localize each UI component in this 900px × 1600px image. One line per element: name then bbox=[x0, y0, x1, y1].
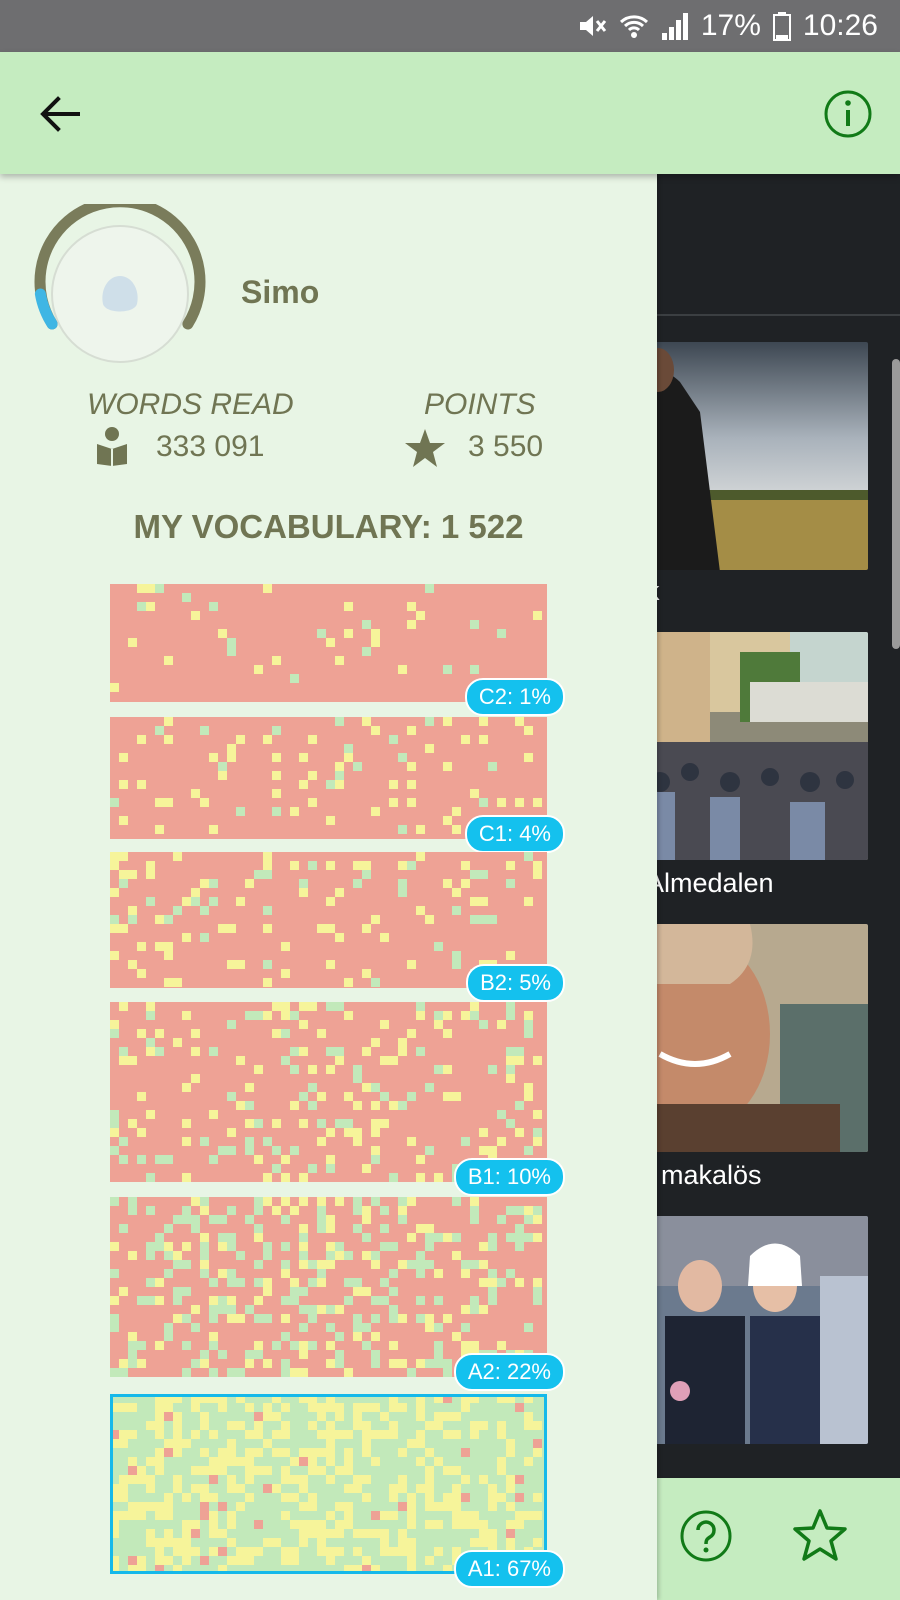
wifi-icon bbox=[619, 15, 648, 38]
article-caption[interactable]: , makalös bbox=[646, 1160, 762, 1191]
clock: 10:26 bbox=[802, 9, 878, 42]
back-button[interactable] bbox=[34, 88, 86, 140]
level-badge-b1: B1: 10% bbox=[453, 1158, 565, 1196]
feed-scrollbar[interactable] bbox=[892, 359, 900, 649]
words-read-label: WORDS READ bbox=[87, 388, 294, 421]
mute-icon bbox=[579, 16, 607, 36]
book-reader-icon bbox=[97, 427, 127, 466]
article-image-crowd[interactable] bbox=[640, 632, 868, 860]
level-progress-ring bbox=[34, 204, 206, 363]
favorites-button[interactable] bbox=[790, 1506, 850, 1566]
username: Simo bbox=[241, 274, 320, 310]
vocabulary-title: MY VOCABULARY: 1 522 bbox=[133, 508, 524, 545]
article-feed: k Almedalen , makalös bbox=[640, 174, 900, 1476]
points-label: POINTS bbox=[424, 388, 536, 421]
star-outline-icon bbox=[793, 1509, 847, 1561]
vocab-level-c2[interactable]: C2: 1% bbox=[110, 584, 565, 716]
level-badge-c1: C1: 4% bbox=[464, 815, 565, 853]
signal-icon bbox=[661, 13, 688, 40]
vocab-level-b2[interactable]: B2: 5% bbox=[110, 852, 565, 1002]
article-image-portrait[interactable] bbox=[640, 924, 868, 1152]
profile-drawer: Simo WORDS READ 333 091 POINTS 3 550 MY … bbox=[0, 174, 657, 1600]
vocab-heatmap-a1 bbox=[110, 1394, 547, 1574]
vocab-heatmap-a2 bbox=[110, 1197, 547, 1377]
info-button[interactable] bbox=[822, 88, 874, 140]
vocab-level-a1[interactable]: A1: 67% bbox=[110, 1394, 565, 1588]
level-badge-a1: A1: 67% bbox=[453, 1550, 565, 1588]
article-caption[interactable]: Almedalen bbox=[646, 868, 774, 899]
app-bar bbox=[0, 52, 900, 174]
arrow-left-icon bbox=[40, 96, 80, 132]
vocab-level-c1[interactable]: C1: 4% bbox=[110, 717, 565, 853]
battery-icon bbox=[772, 12, 791, 41]
level-badge-a2: A2: 22% bbox=[453, 1353, 565, 1391]
article-image-landscape[interactable] bbox=[640, 342, 868, 570]
level-badge-c2: C2: 1% bbox=[464, 678, 565, 716]
vocab-heatmap-b1 bbox=[110, 1002, 547, 1182]
info-circle-icon bbox=[824, 90, 872, 138]
status-bar: 17% 10:26 bbox=[0, 0, 900, 52]
feed-divider bbox=[640, 314, 900, 316]
bottom-bar bbox=[640, 1478, 900, 1600]
star-filled-icon bbox=[405, 429, 445, 467]
battery-percent: 17% bbox=[700, 9, 761, 42]
vocab-level-a2[interactable]: A2: 22% bbox=[110, 1197, 565, 1391]
words-read-value: 333 091 bbox=[156, 430, 265, 463]
points-value: 3 550 bbox=[468, 430, 544, 463]
vocab-level-b1[interactable]: B1: 10% bbox=[110, 1002, 565, 1196]
article-image-royals[interactable] bbox=[640, 1216, 868, 1444]
help-button[interactable] bbox=[678, 1508, 734, 1564]
help-circle-icon bbox=[680, 1510, 732, 1562]
level-badge-b2: B2: 5% bbox=[466, 964, 565, 1002]
